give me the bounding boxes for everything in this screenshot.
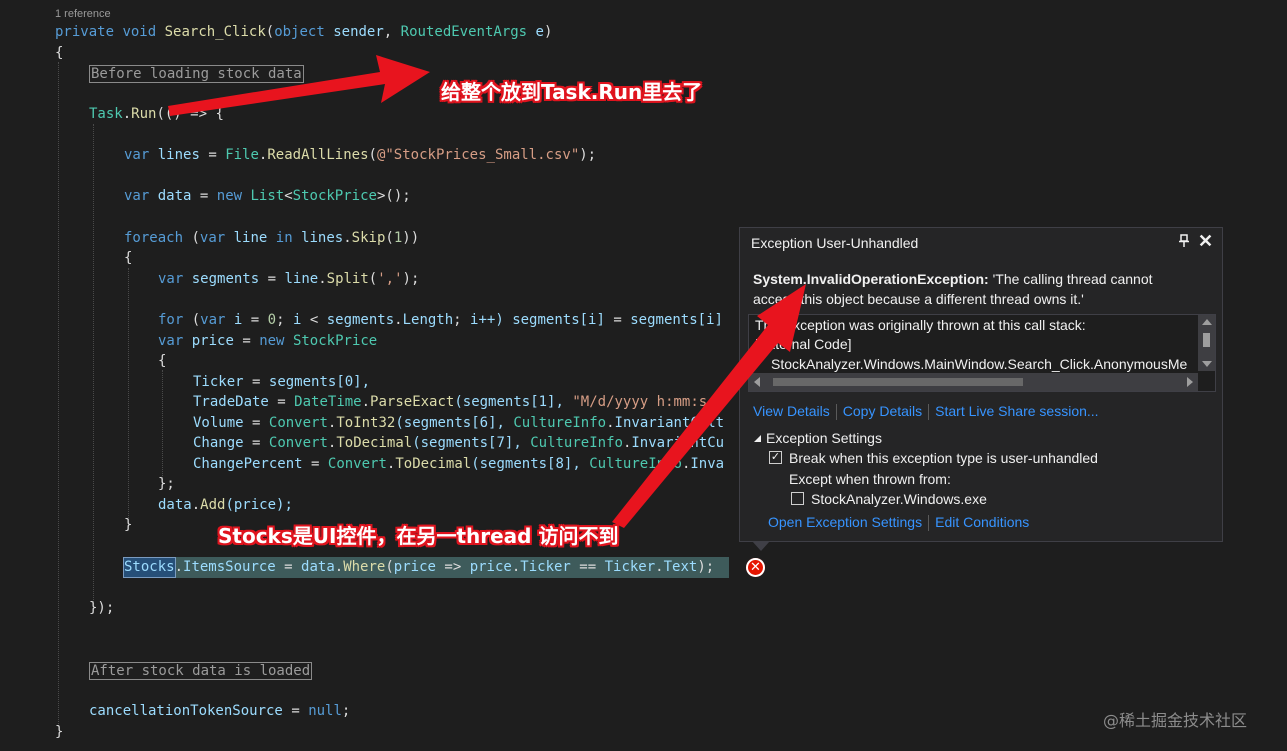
annotation-arrows — [168, 55, 806, 528]
watermark: @稀土掘金技术社区 — [1103, 711, 1248, 730]
arrow-top — [168, 55, 430, 116]
annotation-top: 给整个放到Task.Run里去了 — [441, 80, 703, 104]
annotation-bottom: Stocks是UI控件，在另一thread 访问不到 — [218, 524, 619, 548]
arrow-bottom — [612, 284, 806, 528]
